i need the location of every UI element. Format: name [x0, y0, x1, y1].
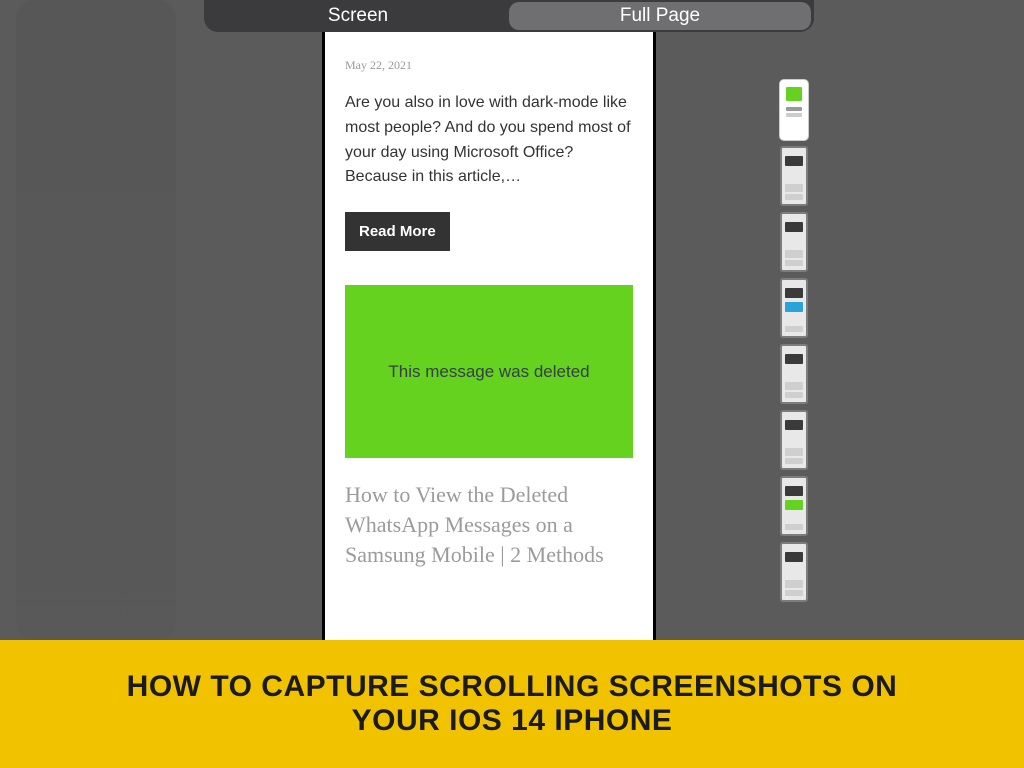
deleted-message-card: This message was deleted [345, 285, 633, 458]
tab-screen[interactable]: Screen [207, 2, 509, 30]
captured-page-preview[interactable]: May 22, 2021 Are you also in love with d… [322, 32, 656, 640]
video-caption-text: How to Capture Scrolling Screenshots on … [80, 670, 944, 739]
read-more-button[interactable]: Read More [345, 212, 450, 251]
deleted-message-text: This message was deleted [388, 362, 589, 382]
page-thumb[interactable] [780, 212, 808, 272]
page-thumb[interactable] [780, 344, 808, 404]
video-caption-bar: How to Capture Scrolling Screenshots on … [0, 640, 1024, 768]
tab-screen-label: Screen [328, 5, 388, 27]
page-thumbnail-strip [780, 80, 808, 602]
page-thumb[interactable] [780, 146, 808, 206]
blurred-phone-backdrop [16, 0, 176, 640]
article-date: May 22, 2021 [345, 58, 633, 73]
page-thumb-current[interactable] [780, 80, 808, 140]
tab-full-page[interactable]: Full Page [509, 2, 811, 30]
article-excerpt: Are you also in love with dark-mode like… [345, 91, 633, 190]
page-thumb[interactable] [780, 542, 808, 602]
page-thumb[interactable] [780, 410, 808, 470]
page-thumb[interactable] [780, 278, 808, 338]
article-2-title: How to View the Deleted WhatsApp Message… [345, 480, 633, 569]
segmented-control: Screen Full Page [204, 0, 814, 32]
page-thumb[interactable] [780, 476, 808, 536]
tab-full-page-label: Full Page [620, 5, 700, 27]
